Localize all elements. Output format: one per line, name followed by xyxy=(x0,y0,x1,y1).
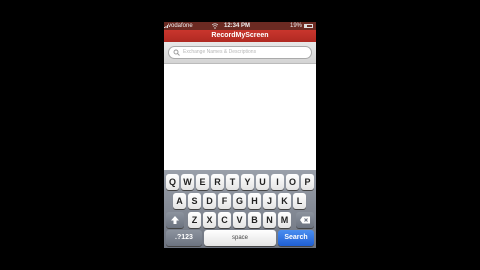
key-b[interactable]: B xyxy=(248,212,261,228)
app-title: RecordMyScreen xyxy=(164,30,316,42)
key-s[interactable]: S xyxy=(188,193,201,209)
space-key[interactable]: space xyxy=(204,230,276,246)
key-h[interactable]: H xyxy=(248,193,261,209)
key-g[interactable]: G xyxy=(233,193,246,209)
search-icon xyxy=(173,49,180,56)
phone-screen: vodafone 12:34 PM 19% RecordMyScreen Exc… xyxy=(164,22,316,248)
shift-icon xyxy=(171,216,179,224)
key-x[interactable]: X xyxy=(203,212,216,228)
status-bar: vodafone 12:34 PM 19% xyxy=(164,22,316,30)
key-c[interactable]: C xyxy=(218,212,231,228)
key-e[interactable]: E xyxy=(196,174,209,190)
battery-icon xyxy=(304,24,313,28)
search-key[interactable]: Search xyxy=(278,230,314,246)
backspace-icon xyxy=(300,216,310,224)
key-w[interactable]: W xyxy=(181,174,194,190)
key-p[interactable]: P xyxy=(301,174,314,190)
key-i[interactable]: I xyxy=(271,174,284,190)
carrier-label: vodafone xyxy=(168,23,193,29)
key-j[interactable]: J xyxy=(263,193,276,209)
key-l[interactable]: L xyxy=(293,193,306,209)
key-q[interactable]: Q xyxy=(166,174,179,190)
key-r[interactable]: R xyxy=(211,174,224,190)
key-u[interactable]: U xyxy=(256,174,269,190)
shift-key[interactable] xyxy=(166,212,184,228)
numbers-key[interactable]: .?123 xyxy=(166,230,202,246)
results-area xyxy=(164,64,316,170)
backspace-key[interactable] xyxy=(296,212,314,228)
search-bar: Exchange Names & Descriptions xyxy=(164,42,316,64)
key-z[interactable]: Z xyxy=(188,212,201,228)
key-v[interactable]: V xyxy=(233,212,246,228)
key-k[interactable]: K xyxy=(278,193,291,209)
key-o[interactable]: O xyxy=(286,174,299,190)
key-a[interactable]: A xyxy=(173,193,186,209)
key-t[interactable]: T xyxy=(226,174,239,190)
status-time: 12:34 PM xyxy=(224,23,251,29)
key-f[interactable]: F xyxy=(218,193,231,209)
keyboard: Q W E R T Y U I O P A S D F G H J K L Z xyxy=(164,170,316,248)
battery-percentage: 19% xyxy=(289,23,302,29)
key-d[interactable]: D xyxy=(203,193,216,209)
key-m[interactable]: M xyxy=(278,212,291,228)
key-y[interactable]: Y xyxy=(241,174,254,190)
search-placeholder: Exchange Names & Descriptions xyxy=(183,49,257,55)
search-input[interactable]: Exchange Names & Descriptions xyxy=(168,46,312,59)
key-n[interactable]: N xyxy=(263,212,276,228)
wifi-icon xyxy=(212,23,218,29)
